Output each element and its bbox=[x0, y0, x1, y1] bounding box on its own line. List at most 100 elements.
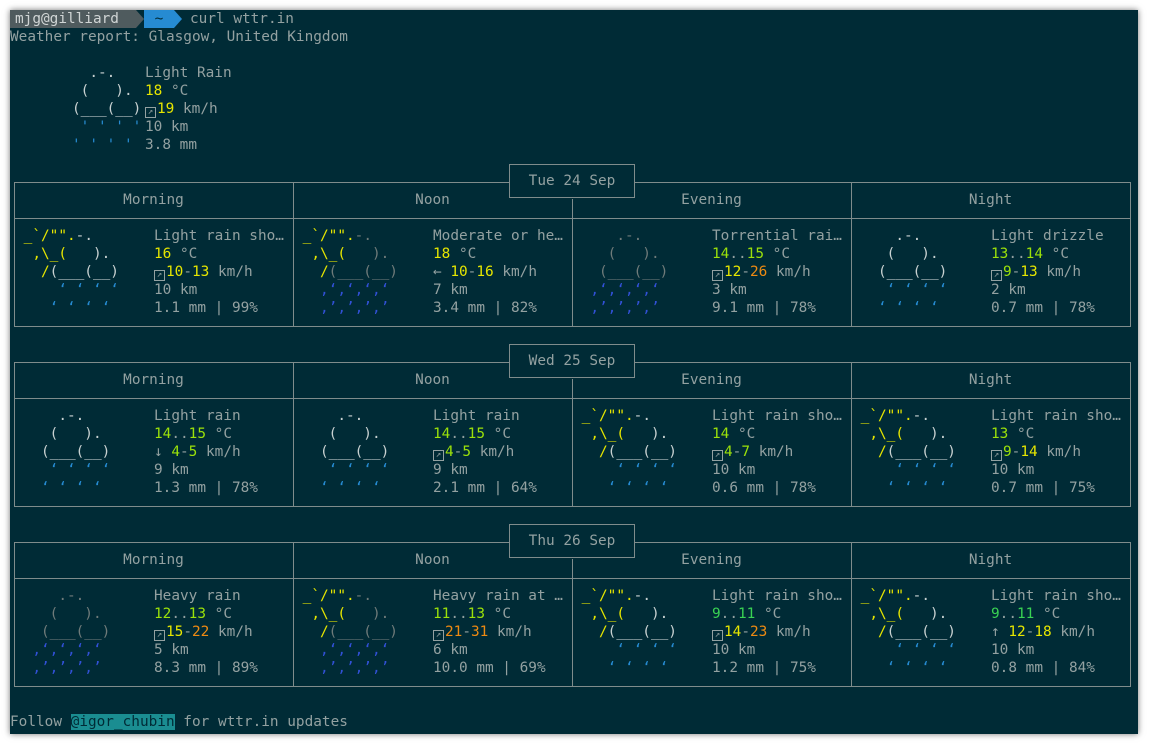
temp-unit: °C bbox=[493, 606, 511, 622]
day-forecast-table: Tue 24 Sep Morning _`/"".-. ,\_( ). /(___… bbox=[10, 164, 1138, 327]
wind-unit: km/h bbox=[776, 624, 811, 640]
wind-low: 9 bbox=[1003, 444, 1012, 460]
wind-low: 12 bbox=[1008, 624, 1026, 640]
condition-desc: Torrential rai… bbox=[712, 228, 842, 244]
wind-unit: km/h bbox=[1060, 624, 1095, 640]
wind-direction-icon: ↗ bbox=[145, 107, 156, 118]
wind-low: 12 bbox=[724, 264, 742, 280]
condition-desc: Light rain sho… bbox=[991, 408, 1121, 424]
period-info: Light drizzle 13..14 °C ↗ 9-13 km/h 2 km … bbox=[991, 228, 1104, 316]
period-info: Light rain 14..15 °C ↓ 4-5 km/h 9 km 1.3… bbox=[154, 408, 258, 496]
wind-direction-icon: ↗ bbox=[712, 630, 723, 641]
precip: 9.1 mm | 78% bbox=[712, 300, 816, 316]
wind-direction-icon: ↗ bbox=[433, 630, 444, 641]
terminal-window[interactable]: mjg@gilliard ~ curl wttr.in Weather repo… bbox=[10, 10, 1138, 734]
condition-desc: Light drizzle bbox=[991, 228, 1104, 244]
temp-unit: °C bbox=[738, 426, 756, 442]
wind-low: 9 bbox=[1003, 264, 1012, 280]
temp-unit: °C bbox=[493, 426, 511, 442]
weather-art-icon: _`/"".-. ,\_( ). /(___(__) ‘ ‘ ‘ ‘ ‘ ‘ ‘… bbox=[573, 408, 677, 496]
temp-unit: °C bbox=[214, 426, 232, 442]
wind-low: 10 bbox=[166, 264, 184, 280]
prompt-dir: ~ bbox=[144, 10, 174, 28]
wind-high: 23 bbox=[750, 624, 768, 640]
temp-unit: °C bbox=[1051, 246, 1069, 262]
wind-high: 18 bbox=[1034, 624, 1052, 640]
wind-high: 31 bbox=[471, 624, 489, 640]
current-wind-unit: km/h bbox=[183, 101, 218, 117]
wind-low: 4 bbox=[445, 444, 454, 460]
visibility: 10 km bbox=[991, 462, 1035, 478]
twitter-handle-link[interactable]: @igor_chubin bbox=[70, 714, 175, 730]
wind-unit: km/h bbox=[758, 444, 794, 460]
wind-direction-icon: ← bbox=[433, 264, 451, 280]
temp-high: 15 bbox=[188, 426, 206, 442]
condition-desc: Heavy rain bbox=[154, 588, 241, 604]
wind-unit: km/h bbox=[479, 444, 515, 460]
prompt-separator-icon bbox=[174, 10, 182, 28]
visibility: 10 km bbox=[991, 642, 1035, 658]
period-header: Noon bbox=[415, 192, 450, 208]
prompt-command: curl wttr.in bbox=[190, 11, 294, 27]
table-border bbox=[1130, 182, 1131, 327]
temp-high: 11 bbox=[1017, 606, 1035, 622]
wind-direction-icon: ↗ bbox=[712, 450, 723, 461]
prompt-line: mjg@gilliard ~ curl wttr.in bbox=[10, 10, 410, 28]
current-condition: Light Rain bbox=[145, 65, 232, 81]
current-visibility: 10 km bbox=[145, 119, 189, 135]
precip: 0.7 mm | 78% bbox=[991, 300, 1095, 316]
period-info: Moderate or he… 18 °C ← 10-16 km/h 7 km … bbox=[433, 228, 563, 316]
prompt-separator-icon bbox=[136, 10, 144, 28]
temp-low: 13 bbox=[991, 246, 1009, 262]
day-forecast-table: Wed 25 Sep Morning .-. ( ). (___(__) ‘ ‘ … bbox=[10, 344, 1138, 507]
period-header: Morning bbox=[123, 192, 184, 208]
temp-high: 14 bbox=[1025, 246, 1043, 262]
wind-high: 16 bbox=[476, 264, 494, 280]
wind-high: 13 bbox=[1020, 264, 1038, 280]
wind-unit: km/h bbox=[218, 624, 253, 640]
temp-high: 13 bbox=[188, 606, 206, 622]
wind-low: 14 bbox=[724, 624, 742, 640]
precip: 0.7 mm | 75% bbox=[991, 480, 1095, 496]
period-info: Light rain sho… 9..11 °C ↑ 12-18 km/h 10… bbox=[991, 588, 1121, 676]
precip: 10.0 mm | 69% bbox=[433, 660, 546, 676]
period-info: Heavy rain 12..13 °C ↗ 15-22 km/h 5 km 8.… bbox=[154, 588, 258, 676]
visibility: 3 km bbox=[712, 282, 747, 298]
period-cell: _`/"".-. ,\_( ). /(___(__) ‘ ‘ ‘ ‘ ‘ ‘ ‘… bbox=[852, 407, 1129, 499]
day-forecast-table: Thu 26 Sep Morning .-. ( ). (___(__) ‚‘‚‘… bbox=[10, 524, 1138, 687]
wind-direction-icon: ↗ bbox=[154, 270, 165, 281]
current-precip: 3.8 mm bbox=[145, 137, 197, 153]
visibility: 10 km bbox=[712, 642, 756, 658]
period-cell: _`/"".-. ,\_( ). /(___(__) ‚‘‚‘‚‘‚‘ ‚’‚’… bbox=[294, 587, 571, 679]
wind-low: 4 bbox=[171, 444, 180, 460]
condition-desc: Light rain sho… bbox=[154, 228, 284, 244]
footer-text-end: for wttr.in updates bbox=[174, 714, 348, 730]
visibility: 5 km bbox=[154, 642, 189, 658]
period-header: Noon bbox=[415, 372, 450, 388]
prompt-user: mjg@gilliard bbox=[10, 10, 136, 28]
period-header: Night bbox=[968, 192, 1013, 208]
table-border bbox=[1130, 362, 1131, 507]
period-header: Night bbox=[968, 372, 1013, 388]
weather-art-icon: .-. ( ). (___(__) ‘ ‘ ‘ ‘ ‘ ‘ ‘ ‘ bbox=[15, 408, 111, 496]
wind-unit: km/h bbox=[502, 264, 537, 280]
visibility: 9 km bbox=[154, 462, 189, 478]
wind-low: 15 bbox=[166, 624, 184, 640]
temp-unit: °C bbox=[180, 246, 198, 262]
weather-art-icon: _`/"".-. ,\_( ). /(___(__) ‘ ‘ ‘ ‘ ‘ ‘ ‘… bbox=[852, 588, 956, 676]
current-wind: 19 bbox=[157, 101, 175, 117]
wind-direction-icon: ↗ bbox=[991, 270, 1002, 281]
period-cell: .-. ( ). (___(__) ‘ ‘ ‘ ‘ ‘ ‘ ‘ ‘ Light r… bbox=[294, 407, 571, 499]
wind-high: 7 bbox=[741, 444, 751, 460]
period-header: Evening bbox=[681, 192, 742, 208]
weather-art-icon: _`/"".-. ,\_( ). /(___(__) ‚‘‚‘‚‘‚‘ ‚’‚’… bbox=[294, 588, 398, 676]
condition-desc: Moderate or he… bbox=[433, 228, 563, 244]
visibility: 6 km bbox=[433, 642, 468, 658]
period-info: Light rain sho… 9..11 °C ↗ 14-23 km/h 10 … bbox=[712, 588, 842, 676]
wind-high: 14 bbox=[1020, 444, 1038, 460]
wind-high: 26 bbox=[750, 264, 768, 280]
wind-high: 5 bbox=[188, 444, 198, 460]
weather-art-icon: .-. ( ). (___(__) ‚‘‚‘‚‘‚‘ ‚’‚’‚’‚’ bbox=[15, 588, 111, 676]
temp-low: 11 bbox=[433, 606, 451, 622]
table-border bbox=[14, 686, 1130, 687]
